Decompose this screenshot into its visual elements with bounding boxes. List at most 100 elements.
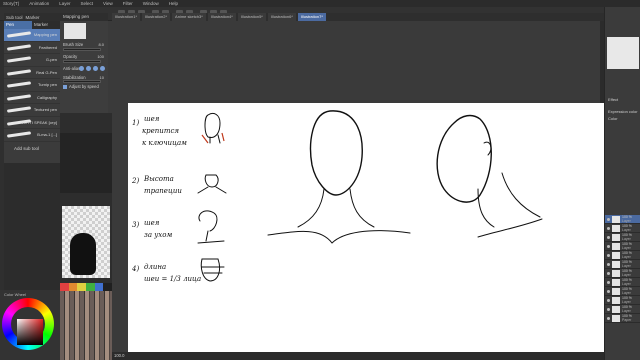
eye-icon[interactable] [607, 281, 610, 284]
canvas-tab[interactable]: Illustration6* [267, 13, 296, 21]
layer-row[interactable]: 100 % Layer [605, 260, 640, 269]
layer-thumbnail [612, 288, 620, 295]
note-number-2: 2) [131, 177, 139, 185]
eye-icon[interactable] [607, 218, 610, 221]
layer-thumbnail [612, 234, 620, 241]
layer-row[interactable]: 100 % Layer [605, 233, 640, 242]
layer-row[interactable]: 100 % Layer [605, 224, 640, 233]
brush-custom-1[interactable]: YOTTI SPEAK [отр] [4, 117, 60, 129]
eye-icon[interactable] [607, 254, 610, 257]
layer-row[interactable]: 100 % Layer [605, 215, 640, 224]
layer-name: Layer [622, 255, 631, 259]
color-wheel-title: Color Wheel [4, 292, 27, 297]
brush-real-g-pen[interactable]: Real G-Pen [4, 67, 60, 79]
marker-tab[interactable]: Marker [26, 15, 40, 20]
layer-row[interactable]: 100 % Layer [605, 251, 640, 260]
menu-item-layer[interactable]: Layer [59, 1, 70, 6]
brush-label: G-pen [45, 57, 57, 62]
eye-icon[interactable] [607, 272, 610, 275]
layer-name: Layer [622, 309, 631, 313]
layer-row[interactable]: 100 % Layer [605, 287, 640, 296]
layer-row[interactable]: 100 % Layer [605, 305, 640, 314]
subtool-tab[interactable]: Sub tool [6, 15, 23, 20]
eye-icon[interactable] [607, 317, 610, 320]
brush-feathered[interactable]: Feathered [4, 42, 60, 54]
opacity-label: Opacity [63, 54, 78, 59]
stabilization-slider[interactable] [63, 80, 101, 83]
canvas-tab[interactable]: Illustration1* [112, 13, 141, 21]
brush-stroke-preview [6, 31, 32, 38]
layer-name: Layer [622, 219, 631, 223]
hue-ring[interactable] [2, 298, 54, 350]
eye-icon[interactable] [607, 245, 610, 248]
eye-icon[interactable] [607, 263, 610, 266]
layer-row[interactable]: 100 % Layer [605, 296, 640, 305]
anti-alias-options[interactable] [79, 66, 105, 71]
menu-item-filter[interactable]: Filter [123, 1, 133, 6]
eye-icon[interactable] [607, 236, 610, 239]
sketch-drawing: 1) шея крепится к ключицам 2) Высота тра… [131, 110, 543, 283]
drawing-canvas[interactable]: 1) шея крепится к ключицам 2) Высота тра… [128, 103, 604, 352]
layer-thumbnail [612, 243, 620, 250]
brush-calligraphy[interactable]: Calligraphy [4, 92, 60, 104]
menu-item-help[interactable]: Help [169, 1, 178, 6]
eye-icon[interactable] [607, 290, 610, 293]
zoom-level[interactable]: 100.0 [114, 353, 124, 358]
tool-property-tab[interactable]: Mapping pen [60, 13, 108, 21]
brush-g-pen[interactable]: G-pen [4, 54, 60, 67]
saturation-value-square[interactable] [17, 319, 43, 345]
brush-stroke-preview [6, 106, 32, 113]
brush-stroke-preview [6, 56, 32, 63]
effect-label: Effect [608, 97, 619, 102]
eye-icon[interactable] [607, 308, 610, 311]
menu-bar: Story(T) Animation Layer Select View Fil… [0, 0, 640, 7]
canvas-tab-active[interactable]: Illustration7* [297, 13, 326, 21]
note-text-4b: шеи = 1/3 лица [144, 275, 201, 283]
layer-row[interactable]: 100 % Layer [605, 278, 640, 287]
tab-pen[interactable]: Pen [4, 21, 32, 29]
reference-silhouette [70, 233, 96, 275]
adjust-by-speed-checkbox[interactable] [63, 85, 67, 89]
mini-head-4 [200, 258, 225, 282]
canvas-tab[interactable]: Anime sketch3* [172, 13, 206, 21]
add-subtool-button[interactable]: Add sub tool [14, 146, 39, 151]
opacity-slider[interactable] [63, 60, 101, 63]
layer-row[interactable]: 100 % Layer [605, 242, 640, 251]
brush-stroke-preview [6, 93, 32, 101]
layer-name: Layer [622, 291, 631, 295]
layer-name: Layer [622, 246, 631, 250]
eye-icon[interactable] [607, 227, 610, 230]
brush-size-value[interactable]: 8.0 [98, 42, 104, 47]
brush-stroke-preview [6, 68, 32, 76]
opacity-value[interactable]: 100 [97, 54, 104, 59]
color-set-swatches[interactable] [60, 283, 113, 360]
menu-item-select[interactable]: Select [81, 1, 94, 6]
layer-row[interactable]: 100 % Paper [605, 314, 640, 323]
note-text-4a: длина [144, 263, 166, 271]
menu-item-window[interactable]: Window [143, 1, 159, 6]
brush-stroke-preview [6, 81, 32, 88]
brush-mapping-pen[interactable]: Mapping pen [4, 29, 60, 42]
menu-item-animation[interactable]: Animation [29, 1, 49, 6]
color-label[interactable]: Color [608, 116, 618, 121]
navigator-thumbnail[interactable] [607, 37, 639, 69]
brush-size-slider[interactable] [63, 48, 101, 51]
canvas-tab[interactable]: Illustration2* [142, 13, 171, 21]
note-number-4: 4) [131, 265, 139, 273]
canvas-tab[interactable]: Illustration5* [237, 13, 266, 21]
brush-textured-pen[interactable]: Textured pen [4, 104, 60, 117]
brush-label: Turnip pen [38, 82, 57, 87]
layer-name: Layer [622, 273, 631, 277]
menu-item-view[interactable]: View [103, 1, 113, 6]
canvas-tab[interactable]: Illustration4* [207, 13, 236, 21]
menu-item-story[interactable]: Story(T) [3, 1, 19, 6]
brush-turnip-pen[interactable]: Turnip pen [4, 79, 60, 92]
tab-marker[interactable]: Marker [32, 21, 60, 29]
brush-preview [64, 23, 86, 39]
layer-row[interactable]: 100 % Layer [605, 269, 640, 278]
mini-head-1 [204, 112, 221, 138]
brush-custom-2[interactable]: B-ma-1 [...] [4, 129, 60, 142]
mini-head-2 [197, 174, 227, 194]
brush-label: Feathered [38, 44, 57, 50]
eye-icon[interactable] [607, 299, 610, 302]
